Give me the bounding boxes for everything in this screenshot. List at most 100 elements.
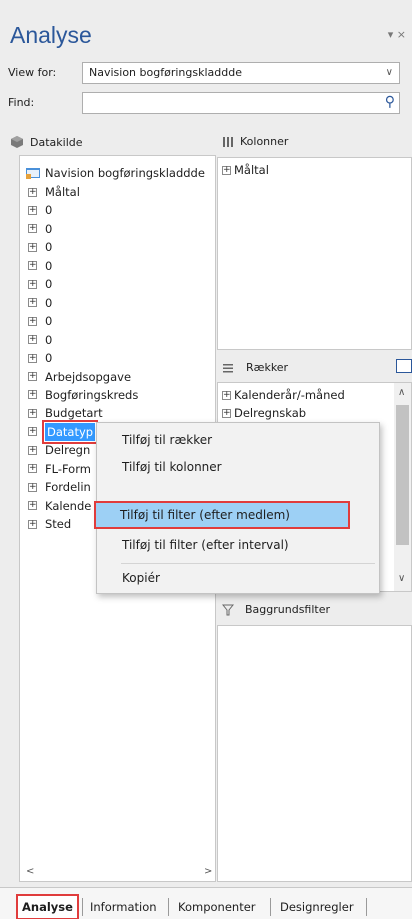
expand-icon[interactable]: +	[28, 335, 37, 345]
raekker-label: Rækker	[246, 361, 289, 374]
menu-item-add-filter-member[interactable]: Tilføj til filter (efter medlem)	[94, 501, 350, 529]
expand-icon[interactable]: +	[28, 408, 37, 418]
tab-information[interactable]: Information	[86, 896, 161, 918]
datakilde-item[interactable]: +0	[28, 220, 52, 238]
expand-icon[interactable]: +	[222, 409, 231, 418]
panel-controls[interactable]: ▾ ×	[388, 28, 406, 41]
expand-icon[interactable]: +	[28, 298, 37, 308]
datasource-icon	[26, 168, 40, 179]
datakilde-item[interactable]: + Sted	[28, 515, 71, 533]
datakilde-item[interactable]: +0	[28, 238, 52, 256]
expand-icon[interactable]: +	[28, 427, 37, 437]
datakilde-item-label: FL-Form	[45, 461, 91, 476]
kolonner-item-label: Måltal	[234, 163, 269, 177]
datakilde-item[interactable]: +0	[28, 201, 52, 219]
datakilde-item[interactable]: +0	[28, 257, 52, 275]
expand-icon[interactable]: +	[222, 166, 231, 175]
expand-icon[interactable]: +	[28, 464, 37, 474]
datakilde-item[interactable]: +0	[28, 294, 52, 312]
expand-icon[interactable]: +	[28, 445, 37, 455]
tab-separator	[82, 898, 83, 916]
raekker-scrollbar[interactable]: ∧ ∨	[394, 383, 411, 591]
datakilde-item-label: 0	[45, 314, 53, 329]
find-input[interactable]: ⚲	[82, 92, 400, 114]
menu-item-add-filter-interval[interactable]: Tilføj til filter (efter interval)	[98, 533, 378, 557]
expand-icon[interactable]: +	[28, 519, 37, 529]
expand-icon[interactable]: +	[28, 242, 37, 252]
kolonner-label: Kolonner	[240, 135, 289, 148]
datakilde-item[interactable]: +0	[28, 349, 52, 367]
kolonner-header: Kolonner	[222, 135, 288, 148]
datakilde-header: Datakilde	[10, 135, 83, 149]
datakilde-item[interactable]: + Datatyp	[28, 419, 99, 444]
baggrundsfilter-header: Baggrundsfilter	[222, 603, 330, 616]
raekker-header: Rækker	[222, 361, 288, 374]
datakilde-item-label: 0	[45, 258, 53, 273]
tab-separator	[270, 898, 271, 916]
expand-icon[interactable]: +	[28, 205, 37, 215]
datakilde-item-label: Sted	[45, 517, 72, 532]
datakilde-item-label: 0	[45, 221, 53, 236]
cube-icon	[11, 136, 23, 148]
expand-icon[interactable]: +	[28, 279, 37, 289]
rows-icon	[223, 363, 233, 372]
expand-icon[interactable]: +	[28, 372, 37, 381]
menu-item-add-columns[interactable]: Tilføj til kolonner	[98, 455, 378, 479]
tab-analyse[interactable]: Analyse	[16, 894, 79, 919]
expand-icon[interactable]: +	[222, 391, 231, 400]
expand-icon[interactable]: +	[28, 187, 37, 197]
expand-icon[interactable]: +	[28, 261, 37, 271]
raekker-item[interactable]: + Delregnskab	[222, 405, 306, 422]
kolonner-item[interactable]: + Måltal	[222, 162, 269, 179]
find-label: Find:	[8, 96, 35, 109]
datakilde-item[interactable]: + Fordelin	[28, 478, 91, 496]
datakilde-item[interactable]: + Kalende	[28, 497, 91, 515]
datakilde-item-label: Bogføringskreds	[45, 387, 139, 402]
datakilde-item[interactable]: + FL-Form	[28, 460, 91, 478]
datakilde-item[interactable]: + Delregn	[28, 441, 90, 459]
expand-icon[interactable]: +	[28, 316, 37, 326]
context-menu[interactable]: Tilføj til rækker Tilføj til kolonner Ti…	[94, 422, 380, 594]
panel-title: Analyse	[10, 22, 92, 48]
filter-icon	[222, 604, 234, 615]
view-for-select[interactable]: Navision bogføringskladdde ∨	[82, 62, 400, 84]
datakilde-root[interactable]: Navision bogføringskladdde	[26, 164, 205, 182]
scroll-up-icon[interactable]: ∧	[398, 387, 405, 398]
datakilde-item[interactable]: + Arbejdsopgave	[28, 368, 131, 386]
expand-icon[interactable]: +	[28, 482, 37, 492]
datakilde-item[interactable]: + Måltal	[28, 183, 80, 201]
menu-item-copy[interactable]: Kopiér	[98, 566, 378, 590]
search-icon[interactable]: ⚲	[385, 94, 395, 110]
datakilde-item-label: Datatyp	[41, 419, 99, 444]
expand-icon[interactable]: +	[28, 501, 37, 511]
datakilde-item-label: 0	[45, 351, 53, 366]
datakilde-item[interactable]: + Budgetart	[28, 404, 103, 422]
datakilde-item-label: Delregn	[45, 443, 91, 458]
kolonner-panel[interactable]: + Måltal	[217, 157, 412, 350]
scroll-thumb[interactable]	[396, 405, 409, 545]
datakilde-item[interactable]: + Bogføringskreds	[28, 386, 138, 404]
datakilde-item[interactable]: +0	[28, 275, 52, 293]
expand-icon[interactable]: +	[28, 390, 37, 400]
datakilde-item-label: 0	[45, 203, 53, 218]
tab-komponenter[interactable]: Komponenter	[174, 896, 260, 918]
datakilde-item-label: Kalende	[45, 498, 92, 513]
tab-designregler[interactable]: Designregler	[276, 896, 358, 918]
chevron-down-icon[interactable]: ∨	[386, 67, 393, 78]
datakilde-item-label: Budgetart	[45, 406, 103, 421]
scroll-right-icon[interactable]: >	[204, 863, 212, 877]
baggrundsfilter-panel[interactable]	[217, 625, 412, 882]
expand-icon[interactable]: +	[28, 353, 37, 363]
menu-item-add-rows[interactable]: Tilføj til rækker	[98, 428, 378, 452]
datakilde-item-label: Måltal	[45, 185, 80, 199]
scroll-down-icon[interactable]: ∨	[398, 573, 405, 584]
scroll-left-icon[interactable]: <	[26, 863, 34, 877]
datakilde-item[interactable]: +0	[28, 312, 52, 330]
datakilde-item-label: 0	[45, 240, 53, 255]
raekker-item[interactable]: + Kalenderår/-måned	[222, 387, 345, 404]
columns-icon	[223, 136, 233, 147]
tab-bar: Analyse Information Komponenter Designre…	[0, 887, 412, 919]
sort-icon[interactable]	[396, 359, 412, 373]
expand-icon[interactable]: +	[28, 224, 37, 234]
datakilde-item[interactable]: +0	[28, 331, 52, 349]
